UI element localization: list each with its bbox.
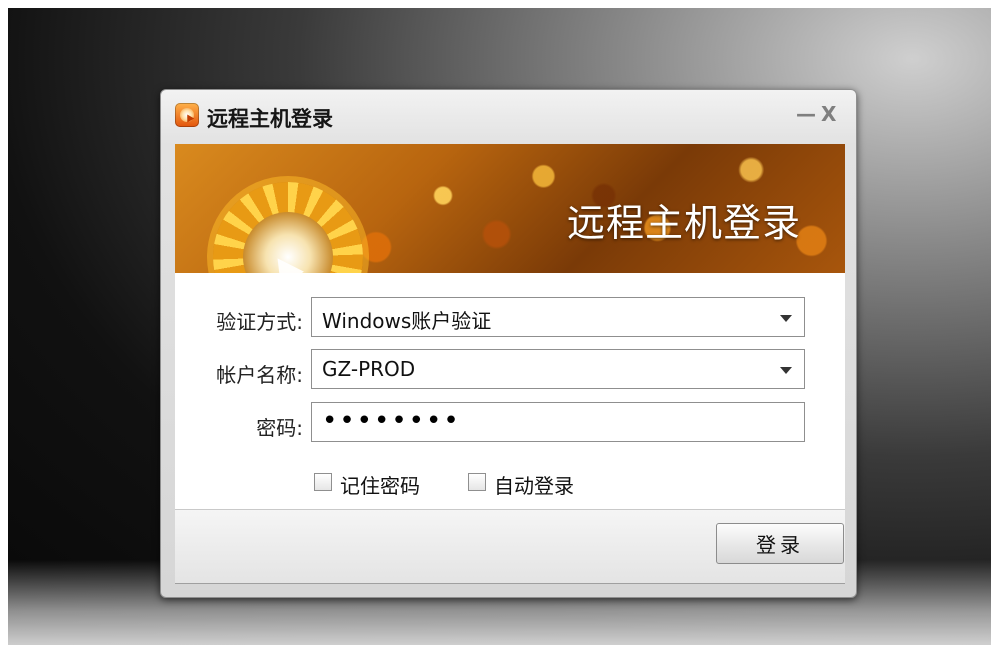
minimize-button[interactable]: — bbox=[796, 102, 816, 126]
title-bar[interactable]: 远程主机登录 — X bbox=[161, 90, 856, 144]
password-mask: •••••••• bbox=[322, 406, 461, 436]
button-bar: 登录 bbox=[175, 509, 845, 584]
header-banner: 远程主机登录 bbox=[175, 144, 845, 273]
account-name-value: GZ-PROD bbox=[322, 357, 416, 381]
auto-login-option[interactable]: 自动登录 bbox=[468, 470, 608, 498]
window-title: 远程主机登录 bbox=[207, 107, 333, 131]
login-button[interactable]: 登录 bbox=[716, 523, 844, 564]
remote-host-icon bbox=[175, 103, 199, 127]
auth-method-select[interactable]: Windows账户验证 bbox=[311, 297, 805, 337]
close-button[interactable]: X bbox=[821, 102, 836, 126]
banner-title: 远程主机登录 bbox=[567, 201, 802, 245]
auth-method-value: Windows账户验证 bbox=[322, 309, 492, 333]
auto-login-checkbox[interactable] bbox=[468, 473, 486, 491]
password-field[interactable]: •••••••• bbox=[311, 402, 805, 442]
remember-password-option[interactable]: 记住密码 bbox=[314, 470, 454, 498]
remember-password-checkbox[interactable] bbox=[314, 473, 332, 491]
remember-password-label[interactable]: 记住密码 bbox=[340, 470, 420, 499]
account-name-label: 帐户名称: bbox=[216, 363, 303, 387]
auth-method-label: 验证方式: bbox=[216, 310, 303, 334]
account-name-combobox[interactable]: GZ-PROD bbox=[311, 349, 805, 389]
chevron-down-icon[interactable] bbox=[780, 367, 792, 374]
auto-login-label[interactable]: 自动登录 bbox=[494, 470, 574, 499]
password-label: 密码: bbox=[256, 416, 303, 440]
remote-login-window: 远程主机登录 — X 远程主机登录 验证方式: Windows账户验证 帐户名称… bbox=[160, 89, 857, 598]
chevron-down-icon[interactable] bbox=[780, 315, 792, 322]
